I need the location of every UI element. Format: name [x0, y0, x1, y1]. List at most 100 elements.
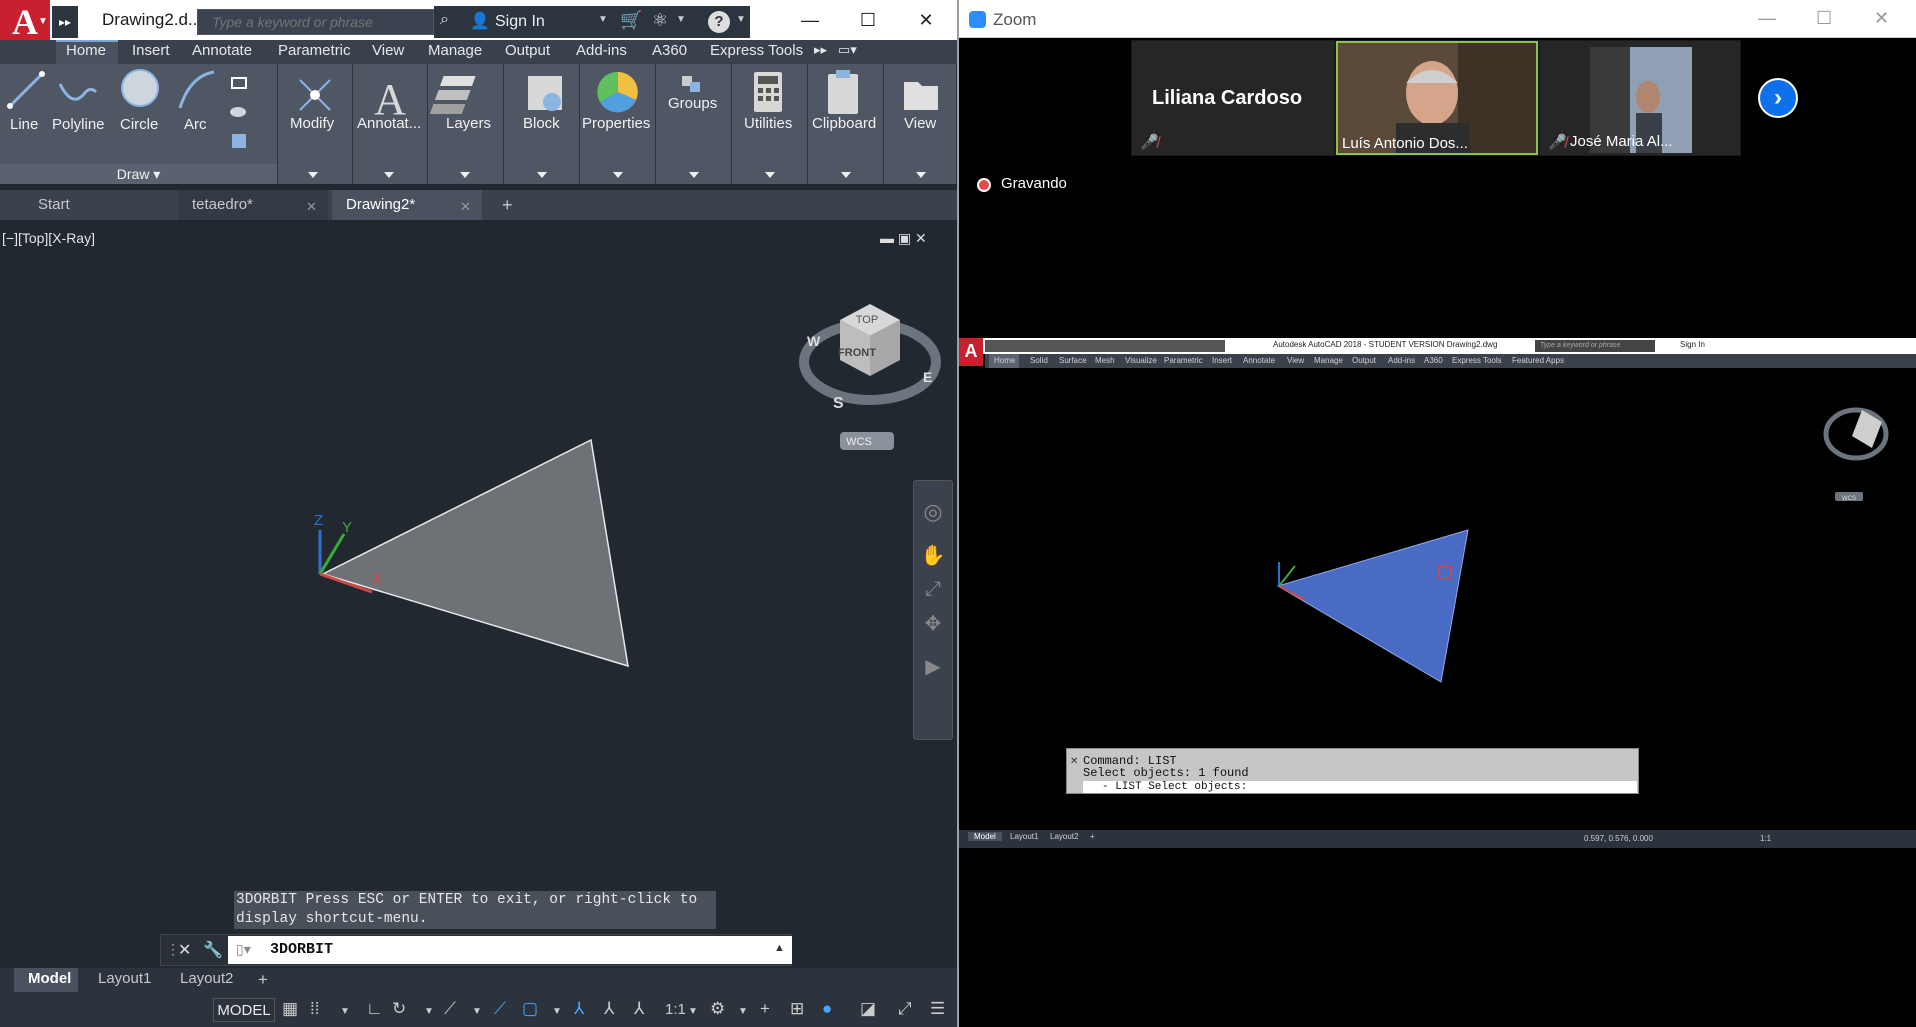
a360-icon[interactable]: ⚛: [652, 10, 668, 31]
user-icon: 👤: [470, 13, 490, 30]
tab-output[interactable]: Output: [505, 42, 550, 59]
showmotion-icon[interactable]: ▶: [914, 654, 952, 679]
add-layout-button[interactable]: +: [258, 970, 268, 990]
maximize-button[interactable]: ☐: [1816, 8, 1832, 29]
tab-home[interactable]: Home: [66, 42, 106, 59]
line-tool[interactable]: Line: [10, 116, 38, 133]
annotation-scale-value[interactable]: 1:1: [665, 1001, 686, 1018]
chevron-down-icon[interactable]: [841, 172, 851, 178]
chevron-down-icon[interactable]: ▼: [688, 1006, 698, 1017]
polyline-tool[interactable]: Polyline: [52, 116, 105, 133]
quick-access-toolbar-expand[interactable]: ▸▸: [52, 6, 78, 38]
snap-icon[interactable]: ⁞⁞: [310, 999, 319, 1019]
chevron-down-icon[interactable]: ▼: [472, 1006, 482, 1017]
annotation-scale-icon[interactable]: ⅄: [634, 999, 644, 1019]
minimize-button[interactable]: —: [790, 6, 830, 34]
participant-tile-active-speaker[interactable]: Luís Antonio Dos...: [1336, 41, 1538, 155]
units-icon[interactable]: ⊞: [790, 999, 804, 1019]
close-icon[interactable]: ✕: [178, 940, 191, 960]
recording-label[interactable]: Gravando: [1001, 175, 1067, 192]
muted-mic-icon: 🎤̸: [1548, 134, 1567, 151]
recent-commands-icon[interactable]: ▯▾: [236, 941, 251, 958]
ribbon-more-icon[interactable]: ▸▸: [814, 42, 827, 58]
chevron-down-icon[interactable]: ▼: [424, 1006, 434, 1017]
hatch-icon: [230, 107, 246, 117]
isolate-objects-icon[interactable]: ◪: [860, 999, 876, 1019]
orbit-icon[interactable]: ✥: [914, 611, 952, 636]
tab-add-ins[interactable]: Add-ins: [576, 42, 627, 59]
hardware-acceleration-icon[interactable]: ●: [822, 999, 832, 1019]
chevron-down-icon[interactable]: ▼: [736, 14, 746, 25]
chevron-down-icon[interactable]: ▼: [598, 14, 608, 25]
grid-icon[interactable]: ▦: [282, 999, 298, 1019]
close-icon[interactable]: ✕: [460, 199, 471, 215]
chevron-down-icon[interactable]: [460, 172, 470, 178]
cart-icon[interactable]: 🛒: [620, 10, 642, 31]
participant-tile[interactable]: Liliana Cardoso 🎤̸: [1132, 41, 1334, 155]
chevron-down-icon[interactable]: [537, 172, 547, 178]
command-hint-line: 3DORBIT Press ESC or ENTER to exit, or r…: [236, 892, 698, 908]
tab-view[interactable]: View: [372, 42, 404, 59]
chevron-down-icon[interactable]: [689, 172, 699, 178]
chevron-down-icon[interactable]: ▼: [676, 14, 686, 25]
tab-manage[interactable]: Manage: [428, 42, 482, 59]
zoom-extents-icon[interactable]: ⤢: [914, 578, 952, 601]
ortho-icon[interactable]: ∟: [366, 999, 383, 1019]
chevron-down-icon[interactable]: [613, 172, 623, 178]
search-input[interactable]: [197, 9, 434, 35]
tab-parametric[interactable]: Parametric: [278, 42, 351, 59]
tab-annotate[interactable]: Annotate: [192, 42, 252, 59]
gear-icon[interactable]: ⚙: [710, 999, 725, 1019]
fullscreen-icon[interactable]: ⤢: [898, 999, 912, 1019]
camera-icon[interactable]: ▭▾: [838, 42, 857, 58]
block-panel-label: Block: [523, 115, 560, 132]
navigation-bar[interactable]: ◎ ✋ ⤢ ✥ ▶: [913, 480, 953, 740]
layout-tab-layout1[interactable]: Layout1: [98, 970, 151, 987]
new-tab-button[interactable]: +: [494, 190, 524, 220]
region-icon: [232, 134, 246, 148]
doc-tab-start[interactable]: Start: [24, 190, 174, 220]
viewcube[interactable]: TOP FRONT W S E WCS: [795, 290, 945, 460]
chevron-down-icon[interactable]: [765, 172, 775, 178]
layout-tab-layout2[interactable]: Layout2: [180, 970, 233, 987]
draw-panel-label[interactable]: Draw ▾: [0, 164, 277, 184]
properties-panel-label: Properties: [582, 115, 651, 132]
polar-tracking-icon[interactable]: ↻: [392, 999, 406, 1019]
chevron-down-icon[interactable]: ▼: [340, 1006, 350, 1017]
model-space-button[interactable]: MODEL: [213, 998, 275, 1022]
participant-tile[interactable]: 🎤̸ José Maria Al...: [1540, 41, 1740, 155]
object-snap-icon[interactable]: ▢: [522, 999, 538, 1019]
pan-icon[interactable]: ✋: [914, 543, 952, 568]
close-icon[interactable]: ✕: [306, 199, 317, 215]
chevron-down-icon[interactable]: ▼: [738, 1006, 748, 1017]
customization-menu-icon[interactable]: ☰: [930, 999, 945, 1019]
tab-express-tools[interactable]: Express Tools: [710, 42, 803, 59]
layout-tab-model[interactable]: Model: [28, 970, 71, 987]
chevron-down-icon[interactable]: ▼: [552, 1006, 562, 1017]
wrench-icon[interactable]: 🔧: [203, 940, 223, 960]
chevron-down-icon[interactable]: [916, 172, 926, 178]
tab-insert[interactable]: Insert: [132, 42, 170, 59]
plus-icon[interactable]: +: [760, 999, 770, 1019]
annotation-visibility-icon[interactable]: ⅄: [574, 999, 584, 1019]
object-snap-tracking-icon[interactable]: ⟋: [494, 999, 506, 1019]
close-button[interactable]: ✕: [906, 6, 946, 34]
shared-tab: Visualize: [1125, 356, 1157, 365]
sign-in-link[interactable]: Sign In: [495, 13, 545, 31]
annotation-autoscale-icon[interactable]: ⅄: [604, 999, 614, 1019]
close-button[interactable]: ✕: [1874, 8, 1889, 29]
minimize-button[interactable]: —: [1758, 8, 1776, 29]
next-participants-button[interactable]: ›: [1758, 78, 1798, 118]
isodraft-icon[interactable]: ⟋: [444, 999, 456, 1019]
maximize-button[interactable]: ☐: [848, 6, 888, 34]
binoculars-icon[interactable]: ⌕: [440, 11, 460, 31]
help-icon[interactable]: ?: [708, 11, 730, 33]
shared-command-input-text: - LIST Select objects:: [1102, 781, 1248, 793]
chevron-down-icon[interactable]: [308, 172, 318, 178]
circle-tool[interactable]: Circle: [120, 116, 158, 133]
arc-tool[interactable]: Arc: [184, 116, 207, 133]
chevron-down-icon[interactable]: [384, 172, 394, 178]
steering-wheel-icon[interactable]: ◎: [914, 499, 952, 525]
command-history-toggle-icon[interactable]: ▲: [774, 942, 785, 954]
tab-a360[interactable]: A360: [652, 42, 687, 59]
